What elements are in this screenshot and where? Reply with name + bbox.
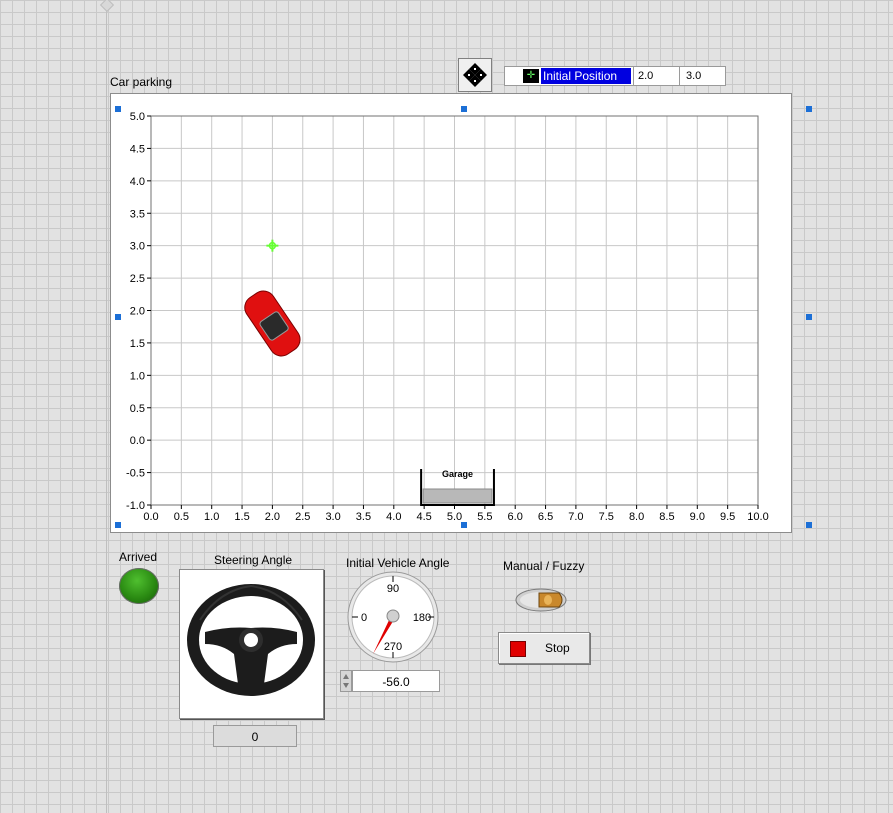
x-tick-label: 4.5 xyxy=(417,511,432,523)
y-tick-label: 0.5 xyxy=(130,403,145,415)
car-marker[interactable] xyxy=(240,286,305,360)
y-tick-label: 1.0 xyxy=(130,370,145,382)
stop-button[interactable]: Stop xyxy=(498,632,590,664)
stop-icon xyxy=(510,641,526,657)
x-tick-label: 8.0 xyxy=(629,511,644,523)
resize-handle[interactable] xyxy=(115,106,121,112)
resize-handle[interactable] xyxy=(115,314,121,320)
x-tick-label: 3.0 xyxy=(325,511,340,523)
cursor-y-value[interactable]: 3.0 xyxy=(679,67,725,85)
y-tick-label: 4.0 xyxy=(130,176,145,188)
resize-handle[interactable] xyxy=(806,522,812,528)
x-tick-label: 4.0 xyxy=(386,511,401,523)
manual-fuzzy-toggle[interactable] xyxy=(515,588,567,612)
guide-marker-icon xyxy=(99,0,115,13)
y-tick-label: 5.0 xyxy=(130,111,145,123)
garage-floor xyxy=(422,488,493,504)
x-tick-label: 9.0 xyxy=(690,511,705,523)
y-tick-label: 2.5 xyxy=(130,273,145,285)
cursor-move-icon xyxy=(463,63,487,87)
x-tick-label: 7.0 xyxy=(568,511,583,523)
initial-angle-input[interactable]: -56.0 xyxy=(352,670,440,692)
x-tick-label: 10.0 xyxy=(747,511,768,523)
x-tick-label: 7.5 xyxy=(599,511,614,523)
x-tick-label: 8.5 xyxy=(659,511,674,523)
y-tick-label: 3.0 xyxy=(130,241,145,253)
dial-mark-270: 270 xyxy=(384,641,402,653)
steering-angle-label: Steering Angle xyxy=(214,553,293,567)
arrived-label: Arrived xyxy=(119,550,158,564)
steering-wheel-icon xyxy=(187,584,315,696)
resize-handle[interactable] xyxy=(461,522,467,528)
y-tick-label: 4.5 xyxy=(130,143,145,155)
y-tick-label: -1.0 xyxy=(126,500,145,512)
xy-graph[interactable]: 0.0 0.5 1.0 1.5 2.0 2.5 3.0 3.5 4.0 4.5 5.0 5.5 6.0 6… xyxy=(110,93,792,533)
x-tick-label: 2.5 xyxy=(295,511,310,523)
x-tick-label: 9.5 xyxy=(720,511,735,523)
y-tick-label: -0.5 xyxy=(126,468,145,480)
dial-mark-0: 0 xyxy=(361,612,367,624)
dial-mark-180: 180 xyxy=(413,612,431,624)
graph-title: Car parking xyxy=(110,75,173,89)
y-tick-label: 3.5 xyxy=(130,208,145,220)
alignment-guide xyxy=(106,0,107,813)
x-tick-label: 0.0 xyxy=(143,511,158,523)
stop-label: Stop xyxy=(545,641,570,655)
cursor-move-button[interactable] xyxy=(458,58,492,92)
x-tick-label: 5.5 xyxy=(477,511,492,523)
initial-angle-label: Initial Vehicle Angle xyxy=(346,556,450,570)
x-tick-label: 3.5 xyxy=(356,511,371,523)
cursor-name[interactable]: Initial Position xyxy=(541,68,631,84)
steering-angle-indicator: 0 xyxy=(213,725,297,747)
cursor-legend[interactable]: ✛ Initial Position 2.0 3.0 xyxy=(504,66,726,86)
x-tick-label: 1.0 xyxy=(204,511,219,523)
resize-handle[interactable] xyxy=(461,106,467,112)
x-tick-label: 6.0 xyxy=(508,511,523,523)
x-tick-label: 2.0 xyxy=(265,511,280,523)
resize-handle[interactable] xyxy=(115,522,121,528)
garage-label: Garage xyxy=(442,469,473,479)
y-tick-label: 0.0 xyxy=(130,435,145,447)
angle-increment-arrows[interactable] xyxy=(340,670,352,692)
cursor-x-value[interactable]: 2.0 xyxy=(633,67,679,85)
plot-area: 0.0 0.5 1.0 1.5 2.0 2.5 3.0 3.5 4.0 4.5 5.0 5.5 6.0 6… xyxy=(126,111,769,523)
x-tick-label: 5.0 xyxy=(447,511,462,523)
x-tick-label: 1.5 xyxy=(234,511,249,523)
crosshair-icon[interactable]: ✛ xyxy=(523,69,539,83)
y-tick-label: 2.0 xyxy=(130,306,145,318)
x-tick-label: 0.5 xyxy=(174,511,189,523)
dial-mark-90: 90 xyxy=(387,583,399,595)
x-tick-label: 6.5 xyxy=(538,511,553,523)
resize-handle[interactable] xyxy=(806,314,812,320)
mode-label: Manual / Fuzzy xyxy=(503,559,585,573)
arrived-led-indicator xyxy=(119,568,159,604)
y-tick-label: 1.5 xyxy=(130,338,145,350)
resize-handle[interactable] xyxy=(806,106,812,112)
steering-wheel-picture xyxy=(179,569,324,719)
initial-angle-dial[interactable]: 90 0 180 270 xyxy=(346,570,440,667)
